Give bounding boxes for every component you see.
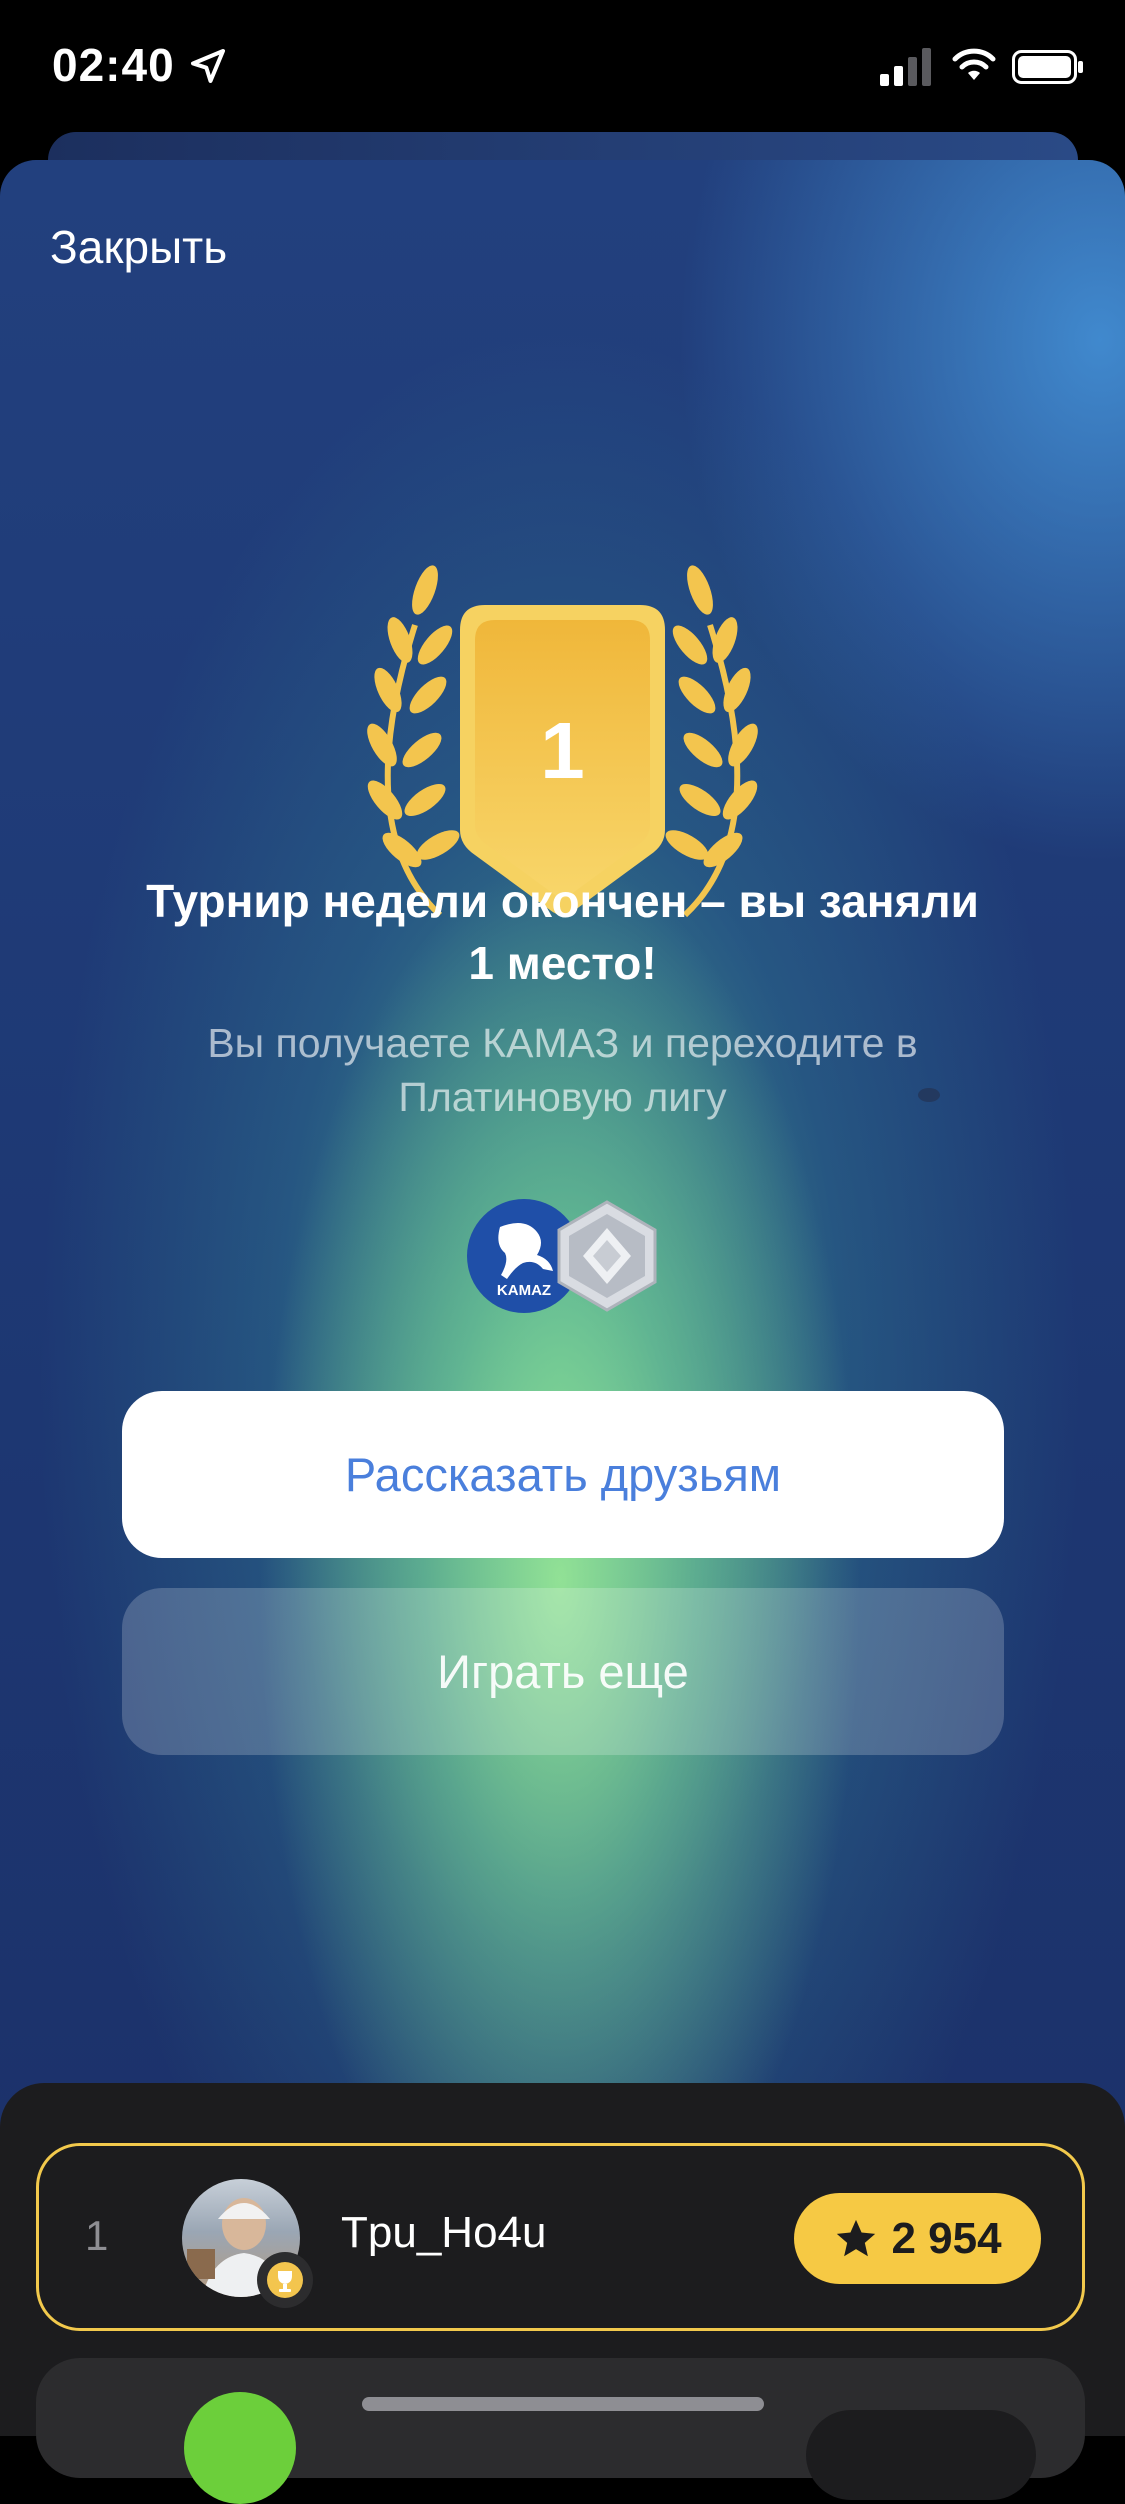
avatar <box>184 2392 296 2504</box>
share-with-friends-button[interactable]: Рассказать друзьям <box>122 1391 1004 1558</box>
location-arrow-icon <box>191 49 225 83</box>
play-again-button[interactable]: Играть еще <box>122 1588 1004 1755</box>
wifi-icon <box>952 48 996 80</box>
platinum-league-icon <box>557 1200 657 1312</box>
decorative-dot <box>918 1088 940 1102</box>
username: Tpu_Ho4u <box>341 2208 547 2257</box>
star-icon <box>837 2219 876 2256</box>
battery-icon <box>1012 50 1083 84</box>
score-badge: 2 954 <box>794 2193 1041 2284</box>
leaderboard-row-current-user[interactable]: 1 Tpu_Ho4u 2 954 <box>36 2143 1085 2331</box>
kamaz-logo-text: KAMAZ <box>497 1282 551 1299</box>
first-place-badge: 1 <box>330 450 795 920</box>
trophy-badge <box>257 2252 313 2308</box>
result-subtitle: Вы получаете КАМАЗ и переходите в Платин… <box>207 1020 918 1120</box>
laurel-wreath-icon <box>367 565 758 918</box>
status-bar: 02:40 <box>0 0 1125 135</box>
score-badge <box>806 2410 1036 2500</box>
close-button[interactable]: Закрыть <box>50 220 227 274</box>
score-value: 2 954 <box>891 2213 1002 2263</box>
rank-number: 1 <box>85 2212 109 2259</box>
result-title: Турнир недели окончен – вы заняли 1 мест… <box>146 875 979 989</box>
place-number: 1 <box>540 706 585 795</box>
trophy-icon <box>267 2262 303 2298</box>
leaderboard-row[interactable] <box>36 2358 1085 2504</box>
home-indicator <box>362 2397 764 2411</box>
signal-icon <box>880 48 931 86</box>
leaderboard-panel: 1 Tpu_Ho4u 2 954 <box>0 2083 1125 2504</box>
status-time: 02:40 <box>52 39 175 91</box>
